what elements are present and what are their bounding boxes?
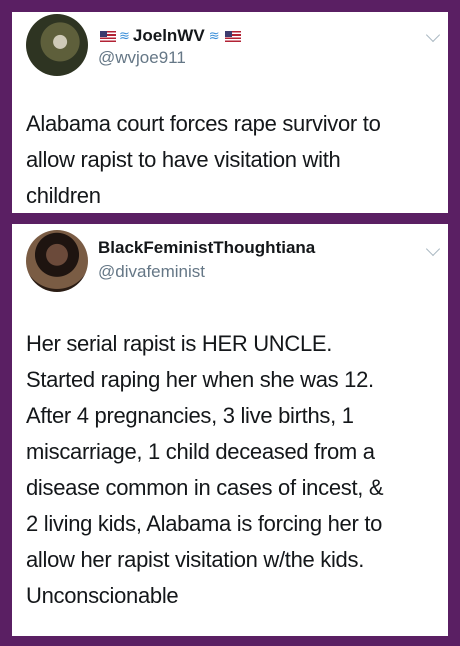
- wave-icon: ≋: [119, 28, 130, 43]
- display-name[interactable]: BlackFeministThoughtiana: [98, 238, 315, 258]
- display-name[interactable]: JoelnWV: [133, 26, 205, 46]
- avatar[interactable]: [26, 230, 88, 292]
- tweet-card-2: BlackFeministThoughtiana @divafeminist H…: [12, 224, 448, 636]
- wave-icon: ≋: [208, 28, 220, 43]
- user-handle[interactable]: @wvjoe911: [98, 48, 186, 68]
- us-flag-icon: [100, 30, 116, 42]
- display-name-row[interactable]: BlackFeministThoughtiana: [98, 238, 315, 258]
- tweet-card-1: ≋ JoelnWV ≋ @wvjoe911 Alabama court forc…: [12, 12, 448, 213]
- chevron-down-icon[interactable]: [425, 27, 441, 43]
- user-handle[interactable]: @divafeminist: [98, 262, 205, 282]
- display-name-row[interactable]: ≋ JoelnWV ≋: [98, 26, 243, 46]
- avatar[interactable]: [26, 14, 88, 76]
- tweet-text: Her serial rapist is HER UNCLE. Started …: [26, 331, 384, 608]
- us-flag-icon: [224, 30, 241, 42]
- tweet-text: Alabama court forces rape survivor to al…: [26, 111, 381, 208]
- chevron-down-icon[interactable]: [425, 241, 441, 257]
